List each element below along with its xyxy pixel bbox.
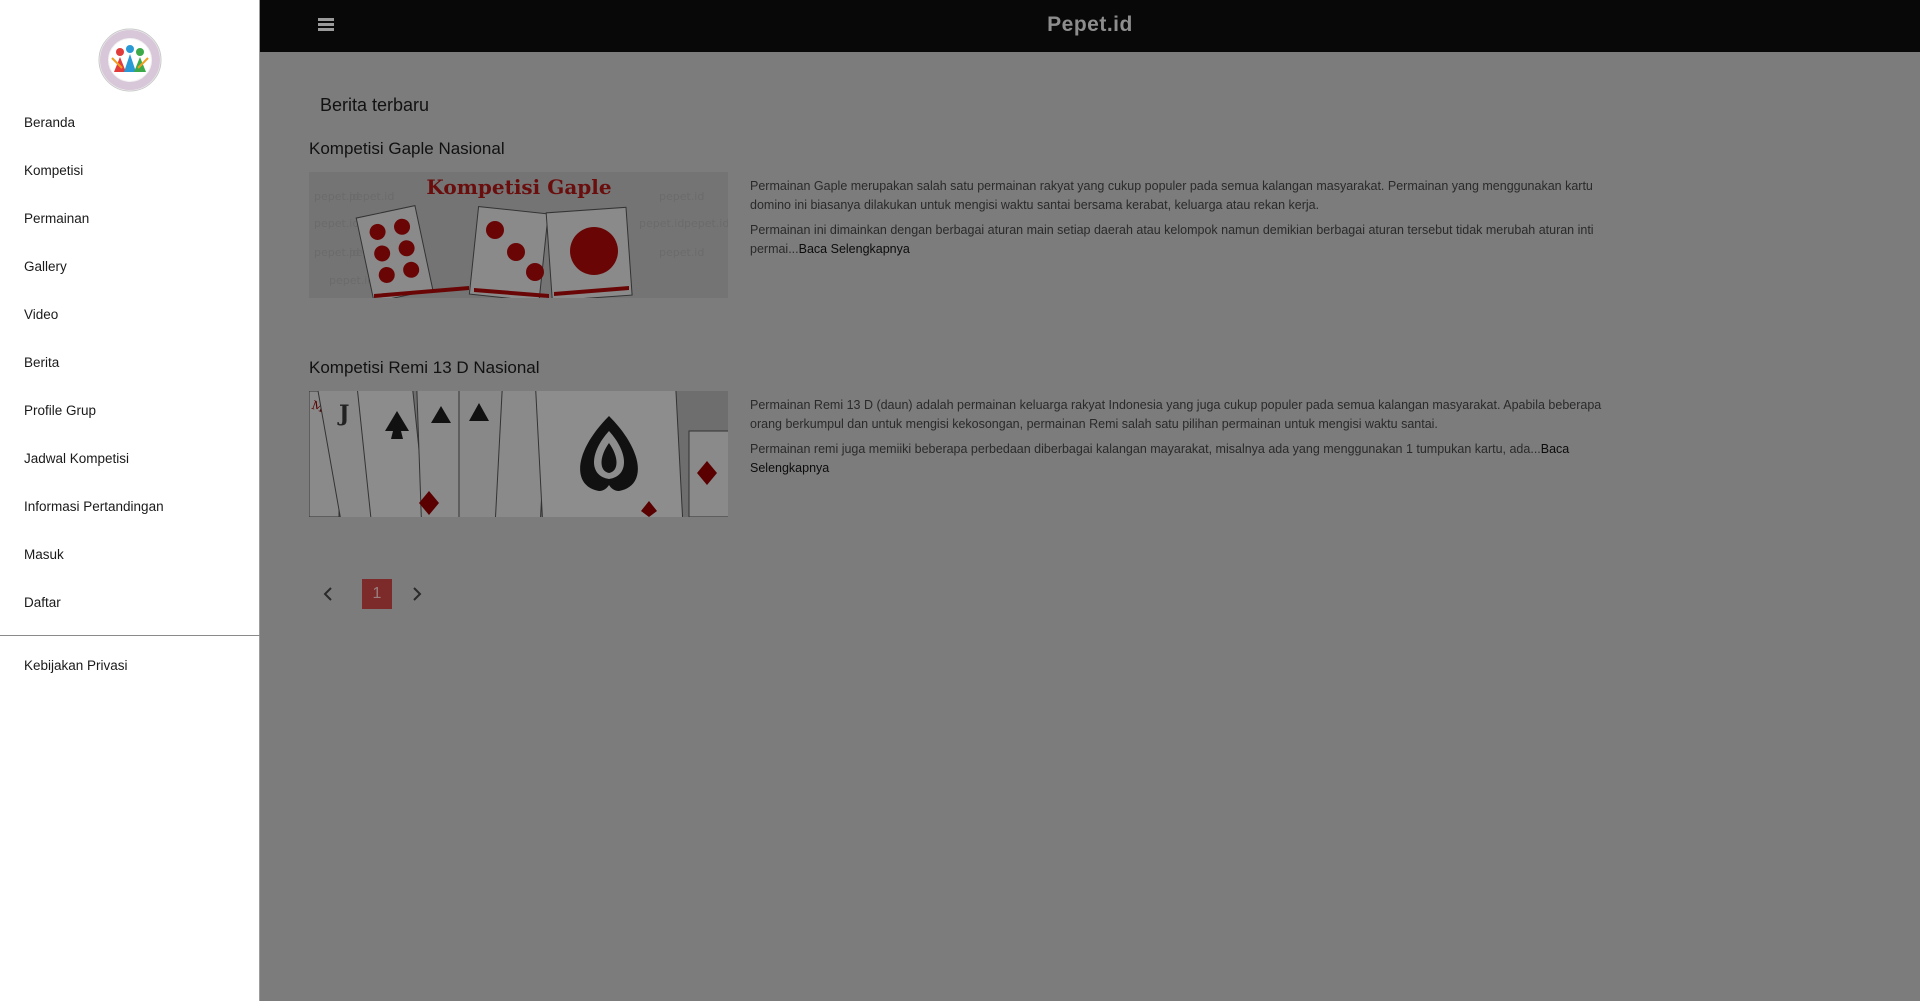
- article-title[interactable]: Kompetisi Gaple Nasional: [309, 139, 1709, 159]
- image-caption: Kompetisi Gaple: [426, 175, 611, 199]
- article-paragraph: Permainan Gaple merupakan salah satu per…: [750, 179, 1593, 212]
- playing-cards-image: MEI J: [309, 391, 728, 517]
- sidebar-item-gallery[interactable]: Gallery: [0, 247, 260, 295]
- svg-text:pepet.id: pepet.id: [314, 217, 359, 230]
- sidebar-item-berita[interactable]: Berita: [0, 343, 260, 391]
- sidebar-item-jadwal-kompetisi[interactable]: Jadwal Kompetisi: [0, 439, 260, 487]
- read-more-link[interactable]: Baca Selengkapnya: [799, 242, 910, 256]
- svg-text:pepet.id: pepet.id: [639, 217, 684, 230]
- news-article: Kompetisi Remi 13 D Nasional MEI J: [309, 358, 1709, 517]
- article-thumbnail[interactable]: MEI J: [309, 391, 728, 517]
- section-title: Berita terbaru: [320, 95, 430, 115]
- svg-text:pepet.id: pepet.id: [349, 190, 394, 203]
- top-app-bar: Pepet.id: [260, 0, 1920, 52]
- navigation-drawer: Beranda Kompetisi Permainan Gallery Vide…: [0, 0, 260, 1001]
- sidebar-item-informasi-pertandingan[interactable]: Informasi Pertandingan: [0, 487, 260, 535]
- sidebar-item-masuk[interactable]: Masuk: [0, 535, 260, 583]
- page-number-button[interactable]: 1: [362, 579, 392, 609]
- chevron-left-icon[interactable]: [320, 585, 338, 603]
- svg-text:pepet.id: pepet.id: [684, 217, 728, 230]
- sidebar-divider: [0, 635, 260, 636]
- svg-text:pepet.id: pepet.id: [659, 190, 704, 203]
- sidebar-item-profile-grup[interactable]: Profile Grup: [0, 391, 260, 439]
- sidebar-nav: Beranda Kompetisi Permainan Gallery Vide…: [0, 103, 260, 631]
- domino-image: pepet.id pepet.id pepet.id pepet.id pepe…: [309, 172, 728, 298]
- sidebar-item-beranda[interactable]: Beranda: [0, 103, 260, 151]
- article-excerpt: Permainan Remi 13 D (daun) adalah permai…: [750, 396, 1620, 484]
- chevron-right-icon[interactable]: [407, 585, 425, 603]
- sidebar-footer-nav: Kebijakan Privasi: [0, 646, 260, 694]
- svg-text:pepet.id: pepet.id: [659, 246, 704, 259]
- site-title[interactable]: Pepet.id: [260, 13, 1920, 37]
- article-excerpt: Permainan Gaple merupakan salah satu per…: [750, 177, 1620, 265]
- page: Pepet.id Berita terbaru Kompetisi Gaple …: [0, 0, 1920, 1001]
- news-article: Kompetisi Gaple Nasional pepet.id pepet.…: [309, 139, 1709, 298]
- sidebar-item-permainan[interactable]: Permainan: [0, 199, 260, 247]
- article-thumbnail[interactable]: pepet.id pepet.id pepet.id pepet.id pepe…: [309, 172, 728, 298]
- svg-text:pepet.id: pepet.id: [329, 274, 374, 287]
- article-title[interactable]: Kompetisi Remi 13 D Nasional: [309, 358, 1709, 378]
- sidebar-item-kebijakan-privasi[interactable]: Kebijakan Privasi: [0, 646, 260, 694]
- organization-logo[interactable]: [98, 28, 162, 92]
- article-paragraph: Permainan remi juga memiiki beberapa per…: [750, 442, 1570, 475]
- sidebar-item-video[interactable]: Video: [0, 295, 260, 343]
- sidebar-item-daftar[interactable]: Daftar: [0, 583, 260, 631]
- article-paragraph: Permainan ini dimainkan dengan berbagai …: [750, 223, 1594, 256]
- main-content: Pepet.id Berita terbaru Kompetisi Gaple …: [260, 0, 1920, 1001]
- svg-text:J: J: [337, 401, 349, 427]
- sidebar-item-kompetisi[interactable]: Kompetisi: [0, 151, 260, 199]
- article-paragraph: Permainan Remi 13 D (daun) adalah permai…: [750, 398, 1602, 431]
